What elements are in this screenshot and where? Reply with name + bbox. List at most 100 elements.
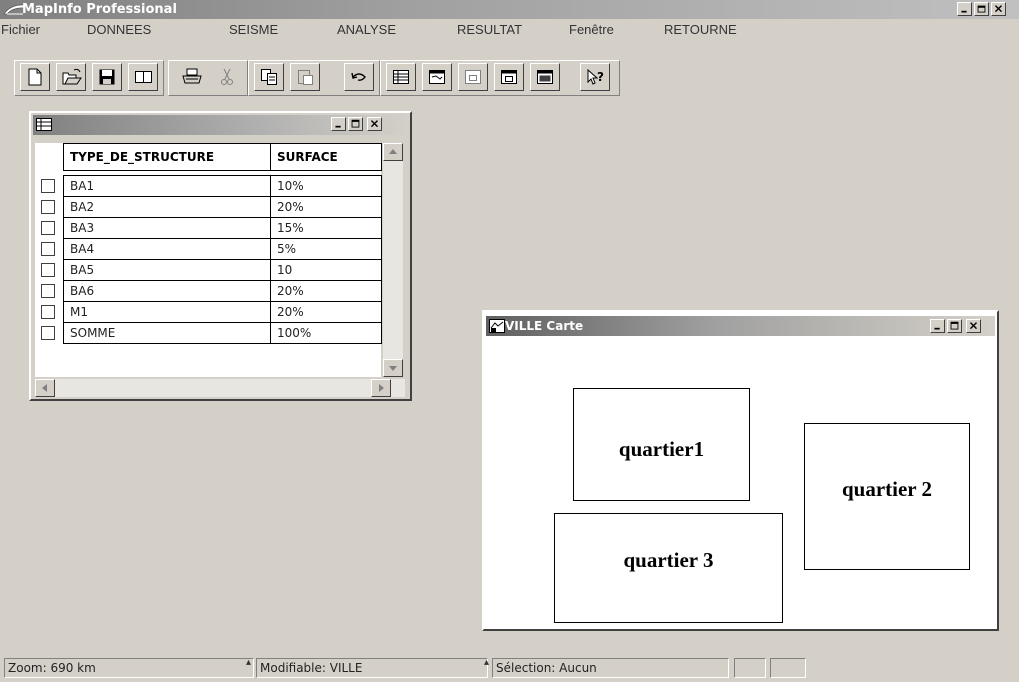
row-select-checkbox[interactable] [41, 263, 55, 277]
browser-horizontal-scrollbar[interactable] [35, 379, 405, 397]
status-bar: Zoom: 690 km ▴ Modifiable: VILLE ▴ Sélec… [0, 655, 1019, 682]
region-quartier-1[interactable]: quartier1 [573, 388, 750, 501]
region-label: quartier1 [618, 437, 705, 461]
paste-button[interactable] [290, 63, 320, 91]
row-select-checkbox[interactable] [41, 284, 55, 298]
zoom-dropdown-icon[interactable]: ▴ [246, 657, 251, 668]
cell-surface[interactable]: 15% [270, 217, 382, 239]
workspace-button[interactable] [128, 63, 158, 91]
map-window: VILLE Carte quartier1 quartier 2 quartie… [482, 310, 999, 631]
cut-button[interactable] [212, 63, 242, 91]
scroll-up-button[interactable] [383, 143, 403, 161]
close-icon [370, 120, 379, 128]
new-graph-button[interactable] [458, 63, 488, 91]
scroll-left-button[interactable] [35, 379, 55, 397]
cell-type[interactable]: SOMME [63, 322, 271, 344]
status-editable[interactable]: Modifiable: VILLE [256, 658, 488, 678]
cell-type[interactable]: BA4 [63, 238, 271, 260]
restore-button[interactable] [974, 2, 989, 16]
cell-surface[interactable]: 10 [270, 259, 382, 281]
cell-surface[interactable]: 20% [270, 301, 382, 323]
menu-fenetre[interactable]: Fenêtre [569, 22, 614, 37]
map-title-bar[interactable]: VILLE Carte [486, 316, 995, 336]
browser-vertical-scrollbar[interactable] [383, 143, 403, 377]
menu-retourne[interactable]: RETOURNE [664, 22, 737, 37]
row-select-checkbox[interactable] [41, 200, 55, 214]
map-maximize-button[interactable] [947, 319, 962, 333]
new-map-icon [429, 70, 445, 84]
column-header-surface[interactable]: SURFACE [270, 143, 382, 171]
svg-text:?: ? [597, 70, 604, 84]
map-minimize-button[interactable] [930, 319, 945, 333]
menu-fichier[interactable]: Fichier [1, 22, 40, 37]
close-button[interactable] [991, 2, 1006, 16]
column-header-type[interactable]: TYPE_DE_STRUCTURE [63, 143, 271, 171]
browser-title-bar[interactable] [33, 115, 408, 135]
print-button[interactable] [176, 63, 206, 91]
cell-type[interactable]: BA1 [63, 175, 271, 197]
new-redistrict-button[interactable] [530, 63, 560, 91]
status-selection-text: Sélection: Aucun [496, 661, 597, 675]
undo-button[interactable] [344, 63, 374, 91]
save-button[interactable] [92, 63, 122, 91]
new-document-icon [28, 68, 42, 86]
editable-dropdown-icon[interactable]: ▴ [484, 657, 489, 668]
status-selection[interactable]: Sélection: Aucun [492, 658, 729, 678]
menu-seisme[interactable]: SEISME [229, 22, 278, 37]
cell-type[interactable]: BA3 [63, 217, 271, 239]
new-map-button[interactable] [422, 63, 452, 91]
row-select-checkbox[interactable] [41, 326, 55, 340]
new-layout-button[interactable] [494, 63, 524, 91]
copy-button[interactable] [254, 63, 284, 91]
menu-bar: Fichier DONNEES SEISME ANALYSE RESULTAT … [0, 19, 1019, 41]
menu-donnees[interactable]: DONNEES [87, 22, 151, 37]
app-title-bar[interactable]: MapInfo Professional [0, 0, 1019, 19]
map-canvas[interactable]: quartier1 quartier 2 quartier 3 [486, 338, 995, 627]
browser-window-controls [331, 117, 382, 131]
region-quartier-2[interactable]: quartier 2 [804, 423, 970, 570]
arrow-left-icon [42, 384, 47, 392]
help-button[interactable]: ? [580, 63, 610, 91]
browser-maximize-button[interactable] [348, 117, 363, 131]
status-zoom-text: Zoom: 690 km [8, 661, 96, 675]
new-document-button[interactable] [20, 63, 50, 91]
cell-type[interactable]: BA6 [63, 280, 271, 302]
new-browser-button[interactable] [386, 63, 416, 91]
arrow-right-icon [379, 384, 384, 392]
open-button[interactable] [56, 63, 86, 91]
row-select-checkbox[interactable] [41, 179, 55, 193]
arrow-up-icon [389, 149, 397, 154]
cell-surface[interactable]: 20% [270, 196, 382, 218]
region-quartier-3[interactable]: quartier 3 [554, 513, 783, 623]
row-select-checkbox[interactable] [41, 221, 55, 235]
cell-type[interactable]: M1 [63, 301, 271, 323]
browser-window: TYPE_DE_STRUCTURE SURFACE BA1 10% BA2 20… [29, 111, 412, 401]
minimize-button[interactable] [957, 2, 972, 16]
menu-resultat[interactable]: RESULTAT [457, 22, 522, 37]
region-label: quartier 2 [841, 477, 933, 501]
help-pointer-icon: ? [587, 68, 604, 85]
minimize-icon [934, 327, 940, 330]
browser-minimize-button[interactable] [331, 117, 346, 131]
row-select-checkbox[interactable] [41, 242, 55, 256]
browser-grid: TYPE_DE_STRUCTURE SURFACE BA1 10% BA2 20… [35, 143, 382, 377]
row-select-checkbox[interactable] [41, 305, 55, 319]
cell-type[interactable]: BA5 [63, 259, 271, 281]
cell-type[interactable]: BA2 [63, 196, 271, 218]
status-zoom[interactable]: Zoom: 690 km [4, 658, 254, 678]
cell-surface[interactable]: 5% [270, 238, 382, 260]
browser-close-button[interactable] [367, 117, 382, 131]
status-extra-panel [734, 658, 766, 678]
menu-analyse[interactable]: ANALYSE [337, 22, 396, 37]
status-editable-text: Modifiable: VILLE [260, 661, 363, 675]
scroll-down-button[interactable] [383, 359, 403, 377]
minimize-icon [335, 125, 341, 128]
scroll-right-button[interactable] [371, 379, 391, 397]
new-redistrict-icon [537, 70, 553, 84]
cell-surface[interactable]: 20% [270, 280, 382, 302]
cell-surface[interactable]: 10% [270, 175, 382, 197]
map-window-icon [489, 319, 505, 333]
restore-icon [977, 5, 986, 13]
cell-surface[interactable]: 100% [270, 322, 382, 344]
map-close-button[interactable] [966, 319, 981, 333]
